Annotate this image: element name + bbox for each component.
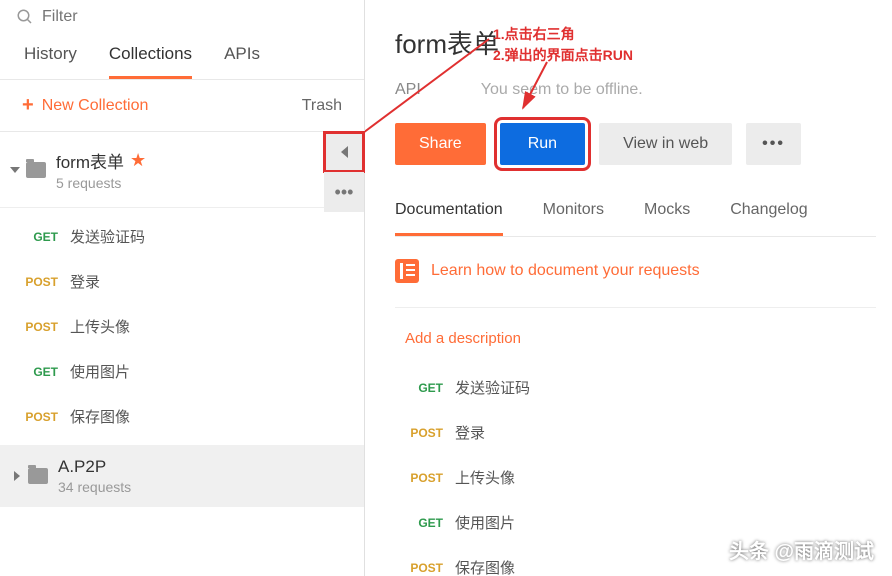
method-badge: POST [405, 561, 443, 575]
collection-info: form表单 ★ 5 requests [56, 148, 354, 191]
api-label: API [395, 81, 421, 99]
annotation-2: 2.弹出的界面点击RUN [493, 47, 633, 63]
annotation-1: 1.点击右三角 [493, 26, 575, 42]
button-row: Share Run View in web ••• [395, 123, 876, 165]
annotation-text: 1.点击右三角 2.弹出的界面点击RUN [493, 24, 633, 66]
tab-changelog[interactable]: Changelog [730, 201, 807, 236]
method-badge: GET [405, 381, 443, 395]
method-badge: POST [405, 426, 443, 440]
tab-apis[interactable]: APIs [224, 44, 260, 79]
sidebar-tabs: History Collections APIs [0, 34, 364, 80]
sub-collection-header[interactable]: A.P2P 34 requests [0, 445, 364, 507]
request-name: 上传头像 [70, 316, 130, 337]
api-row: API You seem to be offline. [395, 81, 876, 99]
tab-collections[interactable]: Collections [109, 44, 192, 79]
sub-collection-name: A.P2P [58, 457, 350, 477]
request-item[interactable]: POST 保存图像 [0, 394, 364, 439]
sub-collection-info: A.P2P 34 requests [58, 457, 350, 495]
request-item[interactable]: POST 上传头像 [395, 455, 876, 500]
request-name: 保存图像 [70, 406, 130, 427]
page-title: form表单 [395, 24, 876, 61]
sub-collection-count: 34 requests [58, 479, 350, 495]
filter-box [0, 0, 364, 34]
trash-button[interactable]: Trash [302, 97, 342, 115]
method-badge: POST [405, 471, 443, 485]
method-badge: GET [20, 365, 58, 379]
new-collection-row: + New Collection Trash [0, 80, 364, 132]
request-name: 登录 [70, 271, 100, 292]
method-badge: POST [20, 320, 58, 334]
request-name: 使用图片 [70, 361, 130, 382]
more-button[interactable]: ••• [746, 123, 801, 165]
request-name: 登录 [455, 422, 485, 443]
divider [395, 307, 876, 308]
request-item[interactable]: POST 登录 [0, 259, 364, 304]
plus-icon: + [22, 94, 34, 117]
request-name: 上传头像 [455, 467, 515, 488]
caret-right-icon [14, 471, 20, 481]
share-button[interactable]: Share [395, 123, 486, 165]
collection-count: 5 requests [56, 175, 354, 191]
caret-down-icon [10, 167, 20, 173]
request-name: 保存图像 [455, 557, 515, 576]
offline-text: You seem to be offline. [481, 81, 643, 99]
method-badge: POST [20, 275, 58, 289]
request-item[interactable]: POST 保存图像 [395, 545, 876, 576]
learn-label: Learn how to document your requests [431, 262, 700, 280]
tab-documentation[interactable]: Documentation [395, 201, 503, 236]
run-button[interactable]: Run [500, 123, 585, 165]
request-list: GET 发送验证码 POST 登录 POST 上传头像 GET 使用图片 POST 保存图… [0, 208, 364, 439]
tab-monitors[interactable]: Monitors [543, 201, 604, 236]
collection-header[interactable]: form表单 ★ 5 requests ••• [0, 132, 364, 208]
more-options-button[interactable]: ••• [324, 172, 364, 212]
request-name: 发送验证码 [455, 377, 530, 398]
search-icon [16, 8, 34, 26]
document-icon [395, 259, 419, 283]
request-item[interactable]: GET 发送验证码 [395, 365, 876, 410]
folder-icon [28, 468, 48, 484]
method-badge: GET [405, 516, 443, 530]
request-item[interactable]: GET 使用图片 [395, 500, 876, 545]
request-item[interactable]: POST 登录 [395, 410, 876, 455]
view-in-web-button[interactable]: View in web [599, 123, 732, 165]
new-collection-label: New Collection [42, 97, 149, 115]
method-badge: GET [20, 230, 58, 244]
sidebar: History Collections APIs + New Collectio… [0, 0, 365, 576]
collection-name: form表单 ★ [56, 148, 354, 173]
main-request-list: GET 发送验证码 POST 登录 POST 上传头像 GET 使用图片 POST 保存图… [395, 365, 876, 576]
triangle-left-icon [341, 146, 348, 158]
collection-actions: ••• [324, 132, 364, 212]
new-collection-button[interactable]: + New Collection [22, 94, 148, 117]
collection-name-label: form表单 [56, 148, 124, 173]
learn-link[interactable]: Learn how to document your requests [395, 259, 876, 283]
tab-mocks[interactable]: Mocks [644, 201, 690, 236]
main-panel: form表单 1.点击右三角 2.弹出的界面点击RUN API You seem… [365, 0, 892, 576]
collapse-button[interactable] [324, 132, 364, 172]
method-badge: POST [20, 410, 58, 424]
sub-collection: A.P2P 34 requests [0, 445, 364, 507]
request-name: 发送验证码 [70, 226, 145, 247]
doc-tabs: Documentation Monitors Mocks Changelog [395, 201, 876, 237]
request-name: 使用图片 [455, 512, 515, 533]
add-description-link[interactable]: Add a description [405, 330, 876, 347]
star-icon[interactable]: ★ [130, 150, 146, 171]
request-item[interactable]: GET 发送验证码 [0, 214, 364, 259]
folder-icon [26, 162, 46, 178]
request-item[interactable]: GET 使用图片 [0, 349, 364, 394]
request-item[interactable]: POST 上传头像 [0, 304, 364, 349]
filter-input[interactable] [42, 8, 348, 26]
tab-history[interactable]: History [24, 44, 77, 79]
